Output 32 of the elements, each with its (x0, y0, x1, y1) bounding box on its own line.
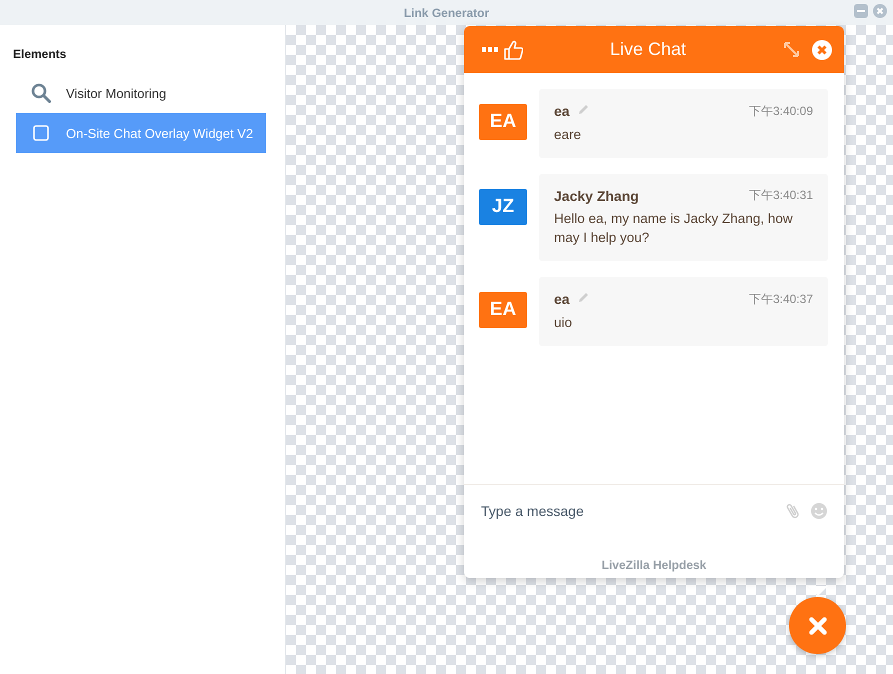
close-chat-button[interactable] (789, 597, 846, 654)
minimize-icon[interactable] (854, 4, 868, 18)
close-icon (808, 616, 826, 634)
pencil-icon[interactable] (578, 104, 589, 115)
sender-name: ea (554, 103, 570, 119)
message-time: 下午3:40:09 (748, 102, 813, 120)
message-field[interactable]: Type a message (481, 503, 786, 519)
search-icon (31, 83, 51, 103)
thumbs-up-icon[interactable] (504, 40, 523, 60)
square-icon (33, 125, 49, 141)
message-time: 下午3:40:31 (748, 187, 813, 204)
message-text: Hello ea, my name is Jacky Zhang, how may I help you? (554, 210, 794, 247)
expand-icon[interactable] (783, 41, 800, 58)
footer-brand: LiveZilla Helpdesk (600, 557, 708, 574)
avatar: EA (479, 104, 527, 140)
pencil-icon[interactable] (578, 292, 589, 303)
smiley-icon[interactable] (810, 502, 828, 520)
message-text: eare (554, 126, 582, 144)
sidebar-item[interactable]: Visitor Monitoring (16, 73, 266, 113)
avatar: EA (479, 292, 527, 328)
chat-title: Live Chat (608, 39, 688, 60)
section-heading: Elements (13, 47, 68, 61)
avatar: JZ (479, 189, 527, 225)
close-icon[interactable] (873, 4, 887, 18)
more-icon[interactable] (482, 47, 498, 52)
message-time: 下午3:40:37 (748, 290, 813, 308)
sender-name: Jacky Zhang (554, 188, 639, 204)
window-title: Link Generator (404, 6, 490, 20)
paperclip-icon[interactable] (786, 502, 800, 520)
sender-name: ea (554, 291, 570, 307)
close-icon[interactable] (812, 40, 832, 60)
message-text: uio (554, 314, 574, 332)
